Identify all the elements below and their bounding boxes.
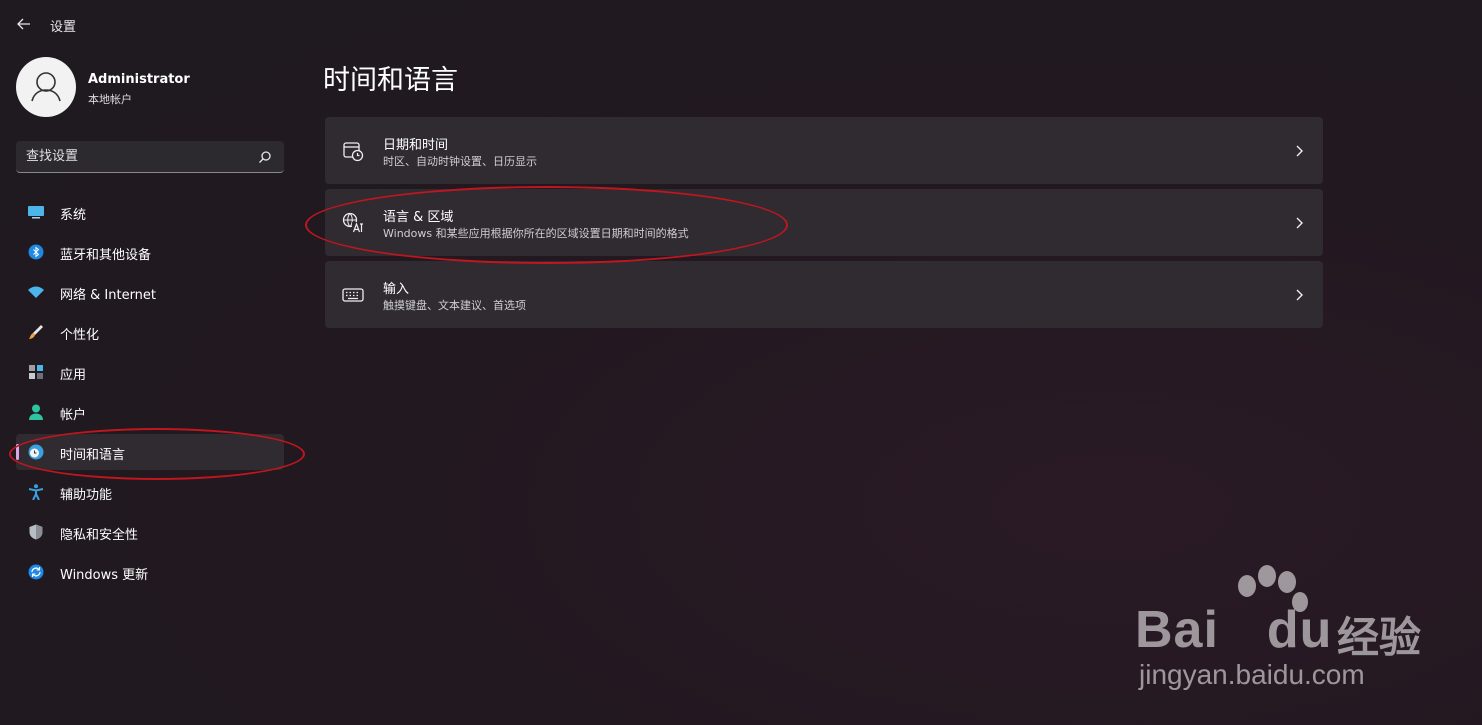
watermark-url: jingyan.baidu.com — [1139, 659, 1365, 690]
language-icon — [342, 212, 363, 233]
card-typing[interactable]: 输入 触摸键盘、文本建议、首选项 — [325, 261, 1323, 328]
sidebar-item-label: Windows 更新 — [60, 568, 149, 583]
keyboard-icon — [342, 288, 364, 302]
sidebar-item-label: 网络 & Internet — [60, 288, 157, 303]
sidebar-item-label: 时间和语言 — [60, 448, 126, 463]
card-title: 语言 & 区域 — [383, 210, 454, 225]
display-icon — [28, 206, 44, 219]
card-subtitle: 触摸键盘、文本建议、首选项 — [383, 299, 526, 312]
apps-icon — [29, 365, 43, 379]
sidebar-item-label: 蓝牙和其他设备 — [60, 248, 152, 263]
selection-indicator — [16, 444, 19, 460]
search-icon[interactable] — [257, 149, 273, 165]
card-subtitle: 时区、自动时钟设置、日历显示 — [383, 155, 537, 168]
back-arrow-icon[interactable] — [12, 12, 36, 36]
search-input[interactable] — [16, 141, 256, 172]
page-title: 时间和语言 — [323, 65, 458, 96]
sidebar-item-system[interactable]: 系统 — [16, 194, 284, 230]
sidebar-item-bluetooth[interactable]: 蓝牙和其他设备 — [16, 234, 284, 270]
sidebar-nav: 系统 蓝牙和其他设备 网络 & Internet 个性化 应用 帐户 时间和语言… — [0, 194, 300, 594]
user-name: Administrator — [88, 72, 190, 87]
person-icon — [29, 404, 43, 420]
sidebar-item-label: 应用 — [60, 368, 87, 383]
brush-icon — [29, 325, 43, 339]
accessibility-icon — [28, 484, 44, 500]
calendar-clock-icon — [343, 142, 364, 162]
avatar[interactable] — [16, 57, 76, 117]
sidebar-item-windows-update[interactable]: Windows 更新 — [16, 554, 284, 590]
watermark-brand-cn: 经验 — [1337, 613, 1422, 662]
app-title: 设置 — [50, 20, 77, 35]
sidebar-item-label: 辅助功能 — [60, 488, 113, 503]
card-title: 输入 — [383, 282, 410, 297]
sidebar-item-accessibility[interactable]: 辅助功能 — [16, 474, 284, 510]
sidebar-item-privacy[interactable]: 隐私和安全性 — [16, 514, 284, 550]
baidu-watermark: Bai du 经验 jingyan.baidu.com — [1135, 560, 1435, 700]
person-avatar-icon — [31, 72, 61, 102]
settings-cards: 日期和时间 时区、自动时钟设置、日历显示 语言 & 区域 Windows 和某些… — [325, 117, 1323, 333]
sidebar-item-label: 隐私和安全性 — [60, 528, 139, 543]
globe-clock-icon — [28, 444, 44, 460]
sidebar-item-label: 帐户 — [60, 408, 87, 423]
sidebar-item-personalization[interactable]: 个性化 — [16, 314, 284, 350]
title-bar: 设置 — [0, 0, 1482, 48]
chevron-right-icon — [1296, 217, 1303, 229]
sidebar-item-accounts[interactable]: 帐户 — [16, 394, 284, 430]
sidebar-item-label: 系统 — [60, 208, 87, 223]
bluetooth-icon — [28, 244, 44, 260]
chevron-right-icon — [1296, 145, 1303, 157]
account-type: 本地帐户 — [88, 93, 132, 106]
shield-icon — [29, 524, 43, 540]
sidebar-item-apps[interactable]: 应用 — [16, 354, 284, 390]
wifi-icon — [28, 286, 44, 298]
card-date-time[interactable]: 日期和时间 时区、自动时钟设置、日历显示 — [325, 117, 1323, 184]
sidebar-item-time-language[interactable]: 时间和语言 — [16, 434, 284, 470]
card-title: 日期和时间 — [383, 138, 449, 153]
sidebar-item-network[interactable]: 网络 & Internet — [16, 274, 284, 310]
chevron-right-icon — [1296, 289, 1303, 301]
card-subtitle: Windows 和某些应用根据你所在的区域设置日期和时间的格式 — [383, 227, 689, 240]
watermark-brand: Bai du — [1135, 601, 1333, 659]
sidebar-item-label: 个性化 — [60, 328, 100, 343]
search-box — [16, 141, 284, 173]
card-language-region[interactable]: 语言 & 区域 Windows 和某些应用根据你所在的区域设置日期和时间的格式 — [325, 189, 1323, 256]
update-icon — [28, 564, 44, 580]
